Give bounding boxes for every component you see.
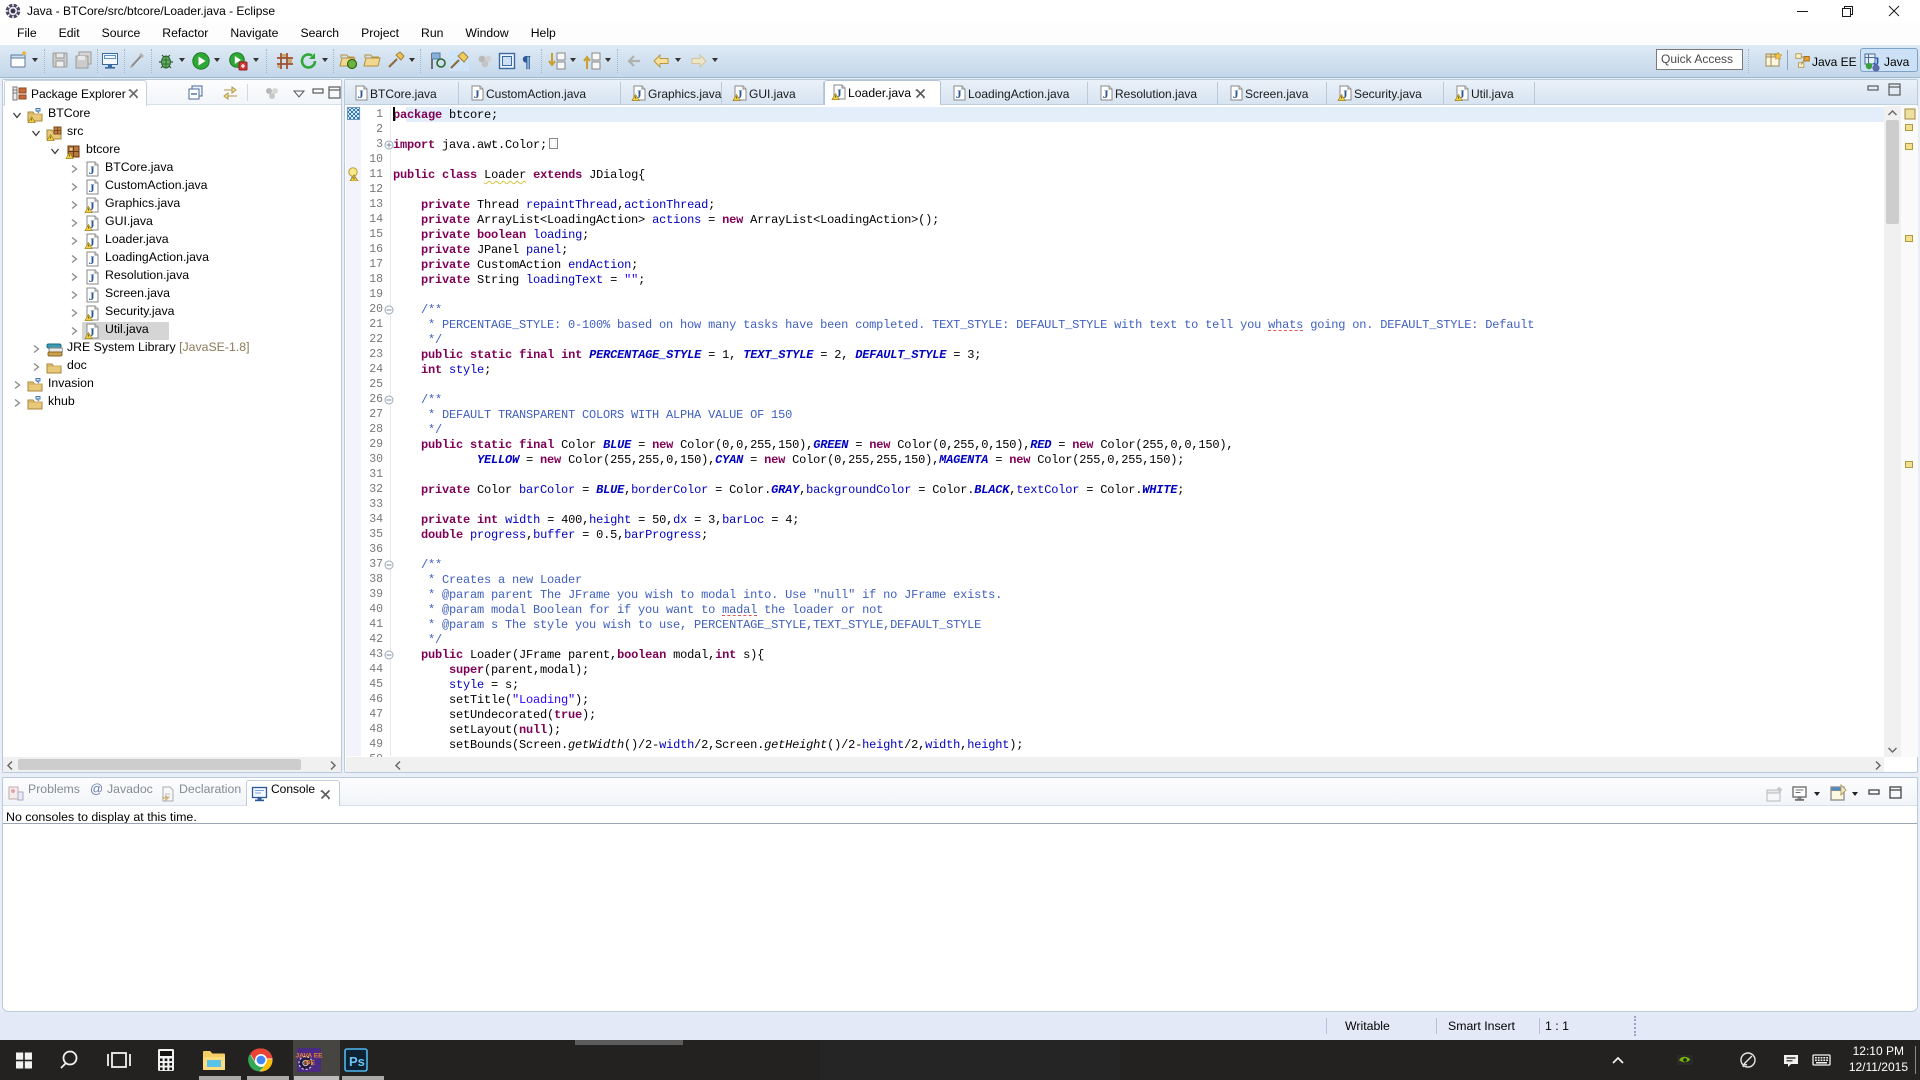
svg-text:J: J — [89, 163, 95, 177]
svg-text:J: J — [89, 271, 95, 285]
svg-text:J: J — [1103, 87, 1109, 101]
svg-text:Ps: Ps — [349, 1054, 365, 1069]
svg-text:J: J — [358, 87, 364, 101]
svg-text:J: J — [1233, 87, 1239, 101]
svg-text:J: J — [474, 87, 480, 101]
svg-text:J: J — [956, 87, 962, 101]
svg-text:IDE: IDE — [304, 1060, 316, 1067]
svg-text:J: J — [89, 181, 95, 195]
svg-text:JAVA EE: JAVA EE — [296, 1053, 324, 1060]
svg-text:J: J — [89, 289, 95, 303]
svg-text:¶: ¶ — [522, 52, 531, 71]
svg-text:J: J — [89, 253, 95, 267]
